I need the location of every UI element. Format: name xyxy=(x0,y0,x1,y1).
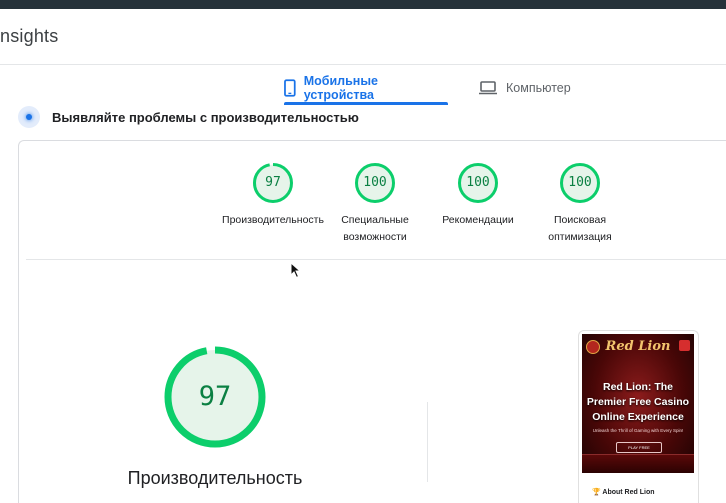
scores-divider xyxy=(26,259,726,260)
score-value: 100 xyxy=(363,175,387,190)
vertical-divider xyxy=(427,402,428,482)
tab-mobile-label: Мобильные устройства xyxy=(303,74,378,102)
top-bar xyxy=(0,0,726,9)
preview-subtext: Unleash the Thrill of Gaming with Every … xyxy=(592,428,684,433)
tab-desktop[interactable]: Компьютер xyxy=(478,72,571,104)
page-preview: Red Lion Red Lion: The Premier Free Casi… xyxy=(578,330,699,503)
mouse-cursor-icon xyxy=(290,262,302,279)
sparkle-icon xyxy=(18,106,40,128)
score-gauge: 100 xyxy=(354,162,396,204)
preview-cta: PLAY FREE xyxy=(616,442,662,453)
score-value: 100 xyxy=(466,175,490,190)
score-value: 97 xyxy=(265,175,281,190)
score-gauge: 100 xyxy=(559,162,601,204)
score-seo[interactable]: 100 Поисковая оптимизация xyxy=(520,162,640,246)
header-divider xyxy=(0,64,726,65)
preview-screenshot: Red Lion Red Lion: The Premier Free Casi… xyxy=(582,334,694,473)
score-gauge: 100 xyxy=(457,162,499,204)
performance-score-label: Производительность xyxy=(127,468,303,488)
smartphone-icon xyxy=(284,79,296,97)
active-tab-indicator xyxy=(284,102,448,105)
score-accessibility[interactable]: 100 Специальные возможности xyxy=(315,162,435,246)
preview-floor xyxy=(582,454,694,473)
score-value: 100 xyxy=(568,175,592,190)
hamburger-menu-icon xyxy=(679,340,690,351)
score-label: Специальные возможности xyxy=(341,214,409,243)
laptop-icon xyxy=(479,81,497,95)
score-label: Поисковая оптимизация xyxy=(548,214,612,243)
page-title: nsights xyxy=(0,26,59,46)
preview-brand: Red Lion xyxy=(605,339,671,354)
performance-score-value: 97 xyxy=(198,381,232,412)
score-gauge: 97 xyxy=(252,162,294,204)
tab-mobile[interactable]: Мобильные устройства xyxy=(284,72,448,105)
preview-caption: 🏆 About Red Lion xyxy=(592,489,655,496)
tab-desktop-label: Компьютер xyxy=(506,81,571,95)
preview-headline: Red Lion: The Premier Free Casino Online… xyxy=(586,381,690,423)
performance-hint: Выявляйте проблемы с производительностью xyxy=(18,106,359,128)
hint-text: Выявляйте проблемы с производительностью xyxy=(52,109,359,125)
